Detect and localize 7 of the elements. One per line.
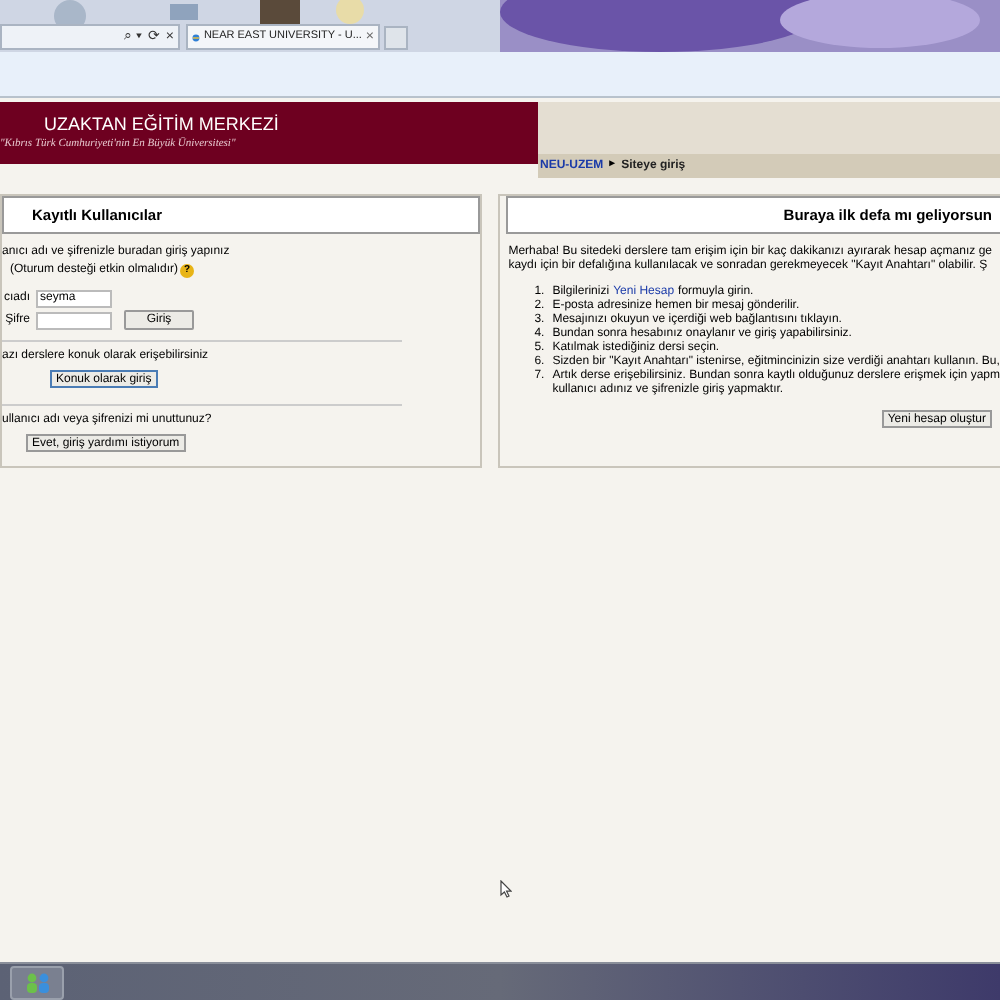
password-field[interactable] — [36, 311, 112, 329]
new-tab-button[interactable] — [384, 26, 408, 50]
people-icon — [23, 971, 51, 993]
taskbar-app-button[interactable] — [10, 965, 64, 999]
site-title: UZAKTAN EĞİTİM MERKEZİ — [44, 113, 281, 136]
mouse-cursor-icon — [500, 880, 512, 898]
browser-logo-icon — [192, 29, 200, 45]
